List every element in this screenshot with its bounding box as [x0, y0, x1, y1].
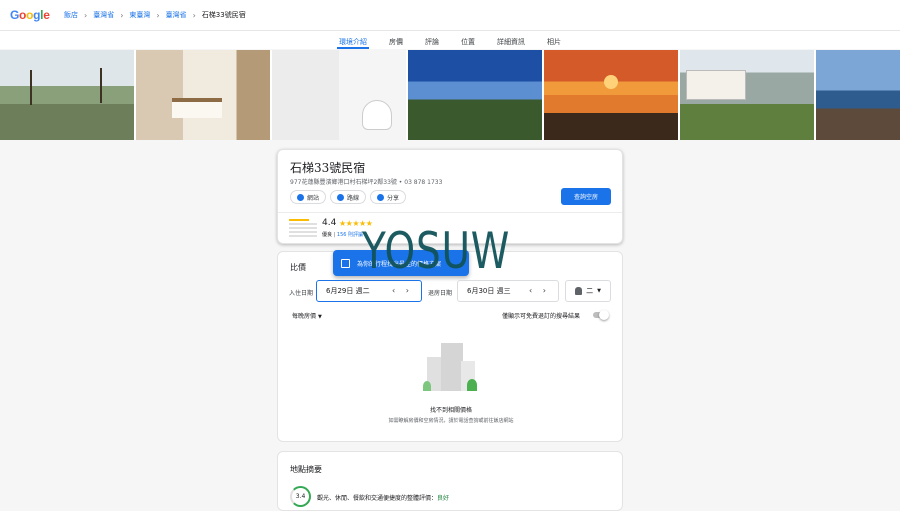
checkout-value: 6月30日 週三	[467, 287, 511, 295]
website-label: 網站	[307, 194, 320, 202]
breadcrumb-east-taiwan[interactable]: 東臺灣	[129, 10, 150, 20]
directions-icon	[337, 193, 345, 201]
date-arrows-icon[interactable]: ‹ ›	[392, 286, 413, 295]
photo-strip	[0, 50, 900, 140]
price-type-dropdown[interactable]: 每晚房價 ▼	[292, 311, 322, 320]
photo-rocky-shore[interactable]	[816, 50, 900, 140]
section-title: 地點摘要	[290, 465, 322, 474]
checkout-date-field[interactable]: 6月30日 週三 ‹ ›	[457, 280, 559, 302]
free-cancel-label: 僅顯示可免費退訂的搜尋結果	[502, 313, 581, 320]
separator: |	[333, 232, 336, 238]
photo-bathroom[interactable]	[272, 50, 406, 140]
chevron-down-icon: ▼	[597, 288, 601, 294]
rating-bars	[289, 219, 317, 239]
location-text: 觀光、休閒、餐飲和交通便捷度的整體評價：	[317, 495, 438, 502]
checkout-label: 退房日期	[428, 290, 453, 297]
rating-summary: 優良 | 156 則評論	[322, 231, 363, 238]
chevron-right-icon: ›	[192, 10, 196, 20]
location-summary-card: 地點摘要 3.4 觀光、休閒、餐飲和交通便捷度的整體評價：良好	[277, 451, 623, 511]
share-label: 分享	[387, 194, 400, 202]
rating-value: 4.4	[322, 218, 337, 228]
breadcrumb-taiwan[interactable]: 臺灣省	[166, 10, 187, 20]
hotel-tabs: 環境介紹 房價 評論 位置 詳細資訊 相片	[0, 31, 900, 49]
calendar-icon	[341, 258, 350, 268]
share-icon	[377, 193, 385, 201]
photo-building[interactable]	[680, 50, 814, 140]
google-logo[interactable]: Google	[10, 8, 50, 22]
checkin-label: 入住日期	[289, 290, 314, 297]
hotel-name: 石梯33號民宿	[290, 161, 366, 175]
guests-selector[interactable]: 二 ▼	[565, 280, 611, 302]
person-icon	[575, 287, 583, 295]
tab-reviews[interactable]: 評論	[425, 31, 439, 49]
location-score: 3.4	[290, 486, 311, 507]
price-type-label: 每晚房價	[292, 313, 317, 320]
hotel-address: 977花蓮縣豐濱鄉港口村石梯坪2鄰33號 • 03 878 1733	[290, 179, 443, 186]
rating-label: 優良	[322, 232, 333, 238]
photo-sunrise[interactable]	[544, 50, 678, 140]
tab-prices[interactable]: 房價	[389, 31, 403, 49]
check-availability-button[interactable]: 查詢空房	[561, 188, 611, 205]
breadcrumb: 飯店 › 臺灣省 › 東臺灣 › 臺灣省 › 石梯33號民宿	[64, 10, 246, 20]
watermark: YOSUW	[362, 222, 511, 280]
tab-photos[interactable]: 相片	[547, 31, 561, 49]
photo-garden[interactable]	[0, 50, 134, 140]
section-title: 比價	[290, 263, 306, 272]
breadcrumb-hotels[interactable]: 飯店	[64, 10, 78, 20]
chevron-right-icon: ›	[156, 10, 160, 20]
share-button[interactable]: 分享	[370, 190, 407, 204]
free-cancel-toggle[interactable]	[593, 310, 609, 320]
top-bar: Google 飯店 › 臺灣省 › 東臺灣 › 臺灣省 › 石梯33號民宿	[0, 0, 900, 31]
buildings-illustration	[423, 337, 481, 393]
tab-details[interactable]: 詳細資訊	[497, 31, 525, 49]
directions-button[interactable]: 路線	[330, 190, 367, 204]
breadcrumb-current: 石梯33號民宿	[201, 11, 246, 19]
review-count-link[interactable]: 156 則評論	[337, 232, 363, 238]
checkin-value: 6月29日 週二	[326, 287, 370, 295]
tab-location[interactable]: 位置	[461, 31, 475, 49]
date-arrows-icon[interactable]: ‹ ›	[529, 286, 550, 295]
empty-state-title: 找不到相關價格	[429, 407, 472, 414]
photo-bedroom[interactable]	[136, 50, 270, 140]
empty-state-subtitle: 如需瞭解房價和空房情況，請於電話查詢或前往飯店網站	[388, 418, 514, 424]
tab-overview[interactable]: 環境介紹	[337, 31, 369, 49]
divider	[278, 212, 622, 213]
globe-icon	[297, 193, 304, 201]
guests-value: 二	[586, 287, 594, 295]
checkin-date-field[interactable]: 6月29日 週二 ‹ ›	[316, 280, 422, 302]
location-rating: 良好	[437, 495, 450, 502]
location-description: 觀光、休閒、餐飲和交通便捷度的整體評價：良好	[317, 493, 449, 502]
action-chips: 網站 路線 分享	[290, 190, 407, 204]
chevron-right-icon: ›	[84, 10, 88, 20]
directions-label: 路線	[347, 194, 360, 202]
breadcrumb-taiwan-province[interactable]: 臺灣省	[93, 10, 114, 20]
caret-down-icon: ▼	[317, 314, 322, 320]
website-button[interactable]: 網站	[290, 190, 327, 204]
chevron-right-icon: ›	[120, 10, 124, 20]
photo-coast-view[interactable]	[408, 50, 542, 140]
